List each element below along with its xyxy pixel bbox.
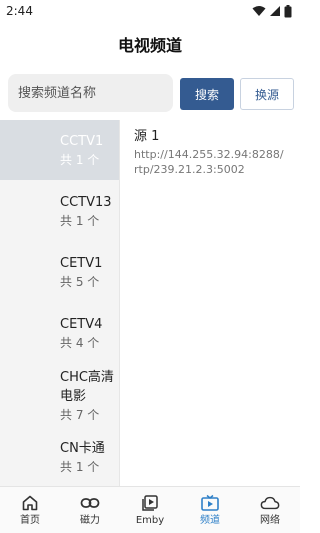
channel-count: 共 4 个	[60, 335, 100, 350]
source-url: http://144.255.32.94:8288/rtp/239.21.2.3…	[134, 148, 284, 176]
channel-count: 共 1 个	[60, 152, 100, 167]
channel-item[interactable]: CHC高清电影 共 7 个	[0, 364, 119, 428]
channel-name: CETV1	[60, 255, 103, 271]
channel-name: CCTV1	[60, 133, 104, 149]
content-area: CCTV1 共 1 个 CCTV13 共 1 个 CETV1 共 5 个 CET…	[0, 120, 300, 486]
nav-item-channels[interactable]: 频道	[180, 487, 240, 533]
app-header: 电视频道	[0, 22, 300, 66]
link-icon	[80, 494, 100, 512]
status-bar: 2:44	[0, 0, 300, 22]
channel-item[interactable]: CETV4 共 4 个	[0, 302, 119, 364]
status-time: 2:44	[6, 4, 33, 18]
nav-item-home[interactable]: 首页	[0, 487, 60, 533]
nav-item-emby[interactable]: Emby	[120, 487, 180, 533]
battery-icon	[284, 4, 292, 17]
nav-label: 磁力	[80, 514, 100, 526]
channel-name: CCTV13	[60, 194, 112, 210]
source-panel: 源 1 http://144.255.32.94:8288/rtp/239.21…	[120, 120, 300, 486]
home-icon	[20, 494, 40, 512]
nav-label: 频道	[200, 514, 220, 526]
channel-count: 共 5 个	[60, 274, 100, 289]
bottom-nav: 首页 磁力 Emby 频道 网络	[0, 486, 300, 533]
play-icon	[140, 494, 160, 512]
channel-name: CETV4	[60, 316, 103, 332]
tv-icon	[200, 494, 220, 512]
channel-list[interactable]: CCTV1 共 1 个 CCTV13 共 1 个 CETV1 共 5 个 CET…	[0, 120, 120, 486]
nav-label: 首页	[20, 514, 40, 526]
nav-item-magnet[interactable]: 磁力	[60, 487, 120, 533]
source-title: 源 1	[134, 129, 160, 144]
channel-count: 共 1 个	[60, 213, 100, 228]
channel-item[interactable]: CCTV13 共 1 个	[0, 180, 119, 242]
signal-icon	[270, 6, 280, 16]
channel-name: CN卡通	[60, 440, 105, 456]
channel-count: 共 7 个	[60, 408, 100, 422]
channel-item[interactable]: CETV1 共 5 个	[0, 242, 119, 302]
nav-item-network[interactable]: 网络	[240, 487, 300, 533]
wifi-icon	[252, 6, 266, 16]
page-title: 电视频道	[117, 36, 182, 55]
search-row: 搜索 换源	[0, 72, 300, 116]
switch-source-button[interactable]: 换源	[240, 78, 294, 110]
channel-name: CHC高清电影	[60, 370, 114, 404]
search-input[interactable]	[8, 74, 173, 112]
channel-item[interactable]: CCTV1 共 1 个	[0, 120, 119, 180]
search-button[interactable]: 搜索	[180, 78, 234, 110]
nav-label: Emby	[135, 514, 165, 526]
cloud-icon	[260, 494, 280, 512]
source-item[interactable]: 源 1 http://144.255.32.94:8288/rtp/239.21…	[134, 128, 286, 177]
channel-item[interactable]: CN卡通 共 1 个	[0, 428, 119, 486]
channel-count: 共 1 个	[60, 459, 100, 474]
nav-label: 网络	[260, 514, 280, 526]
